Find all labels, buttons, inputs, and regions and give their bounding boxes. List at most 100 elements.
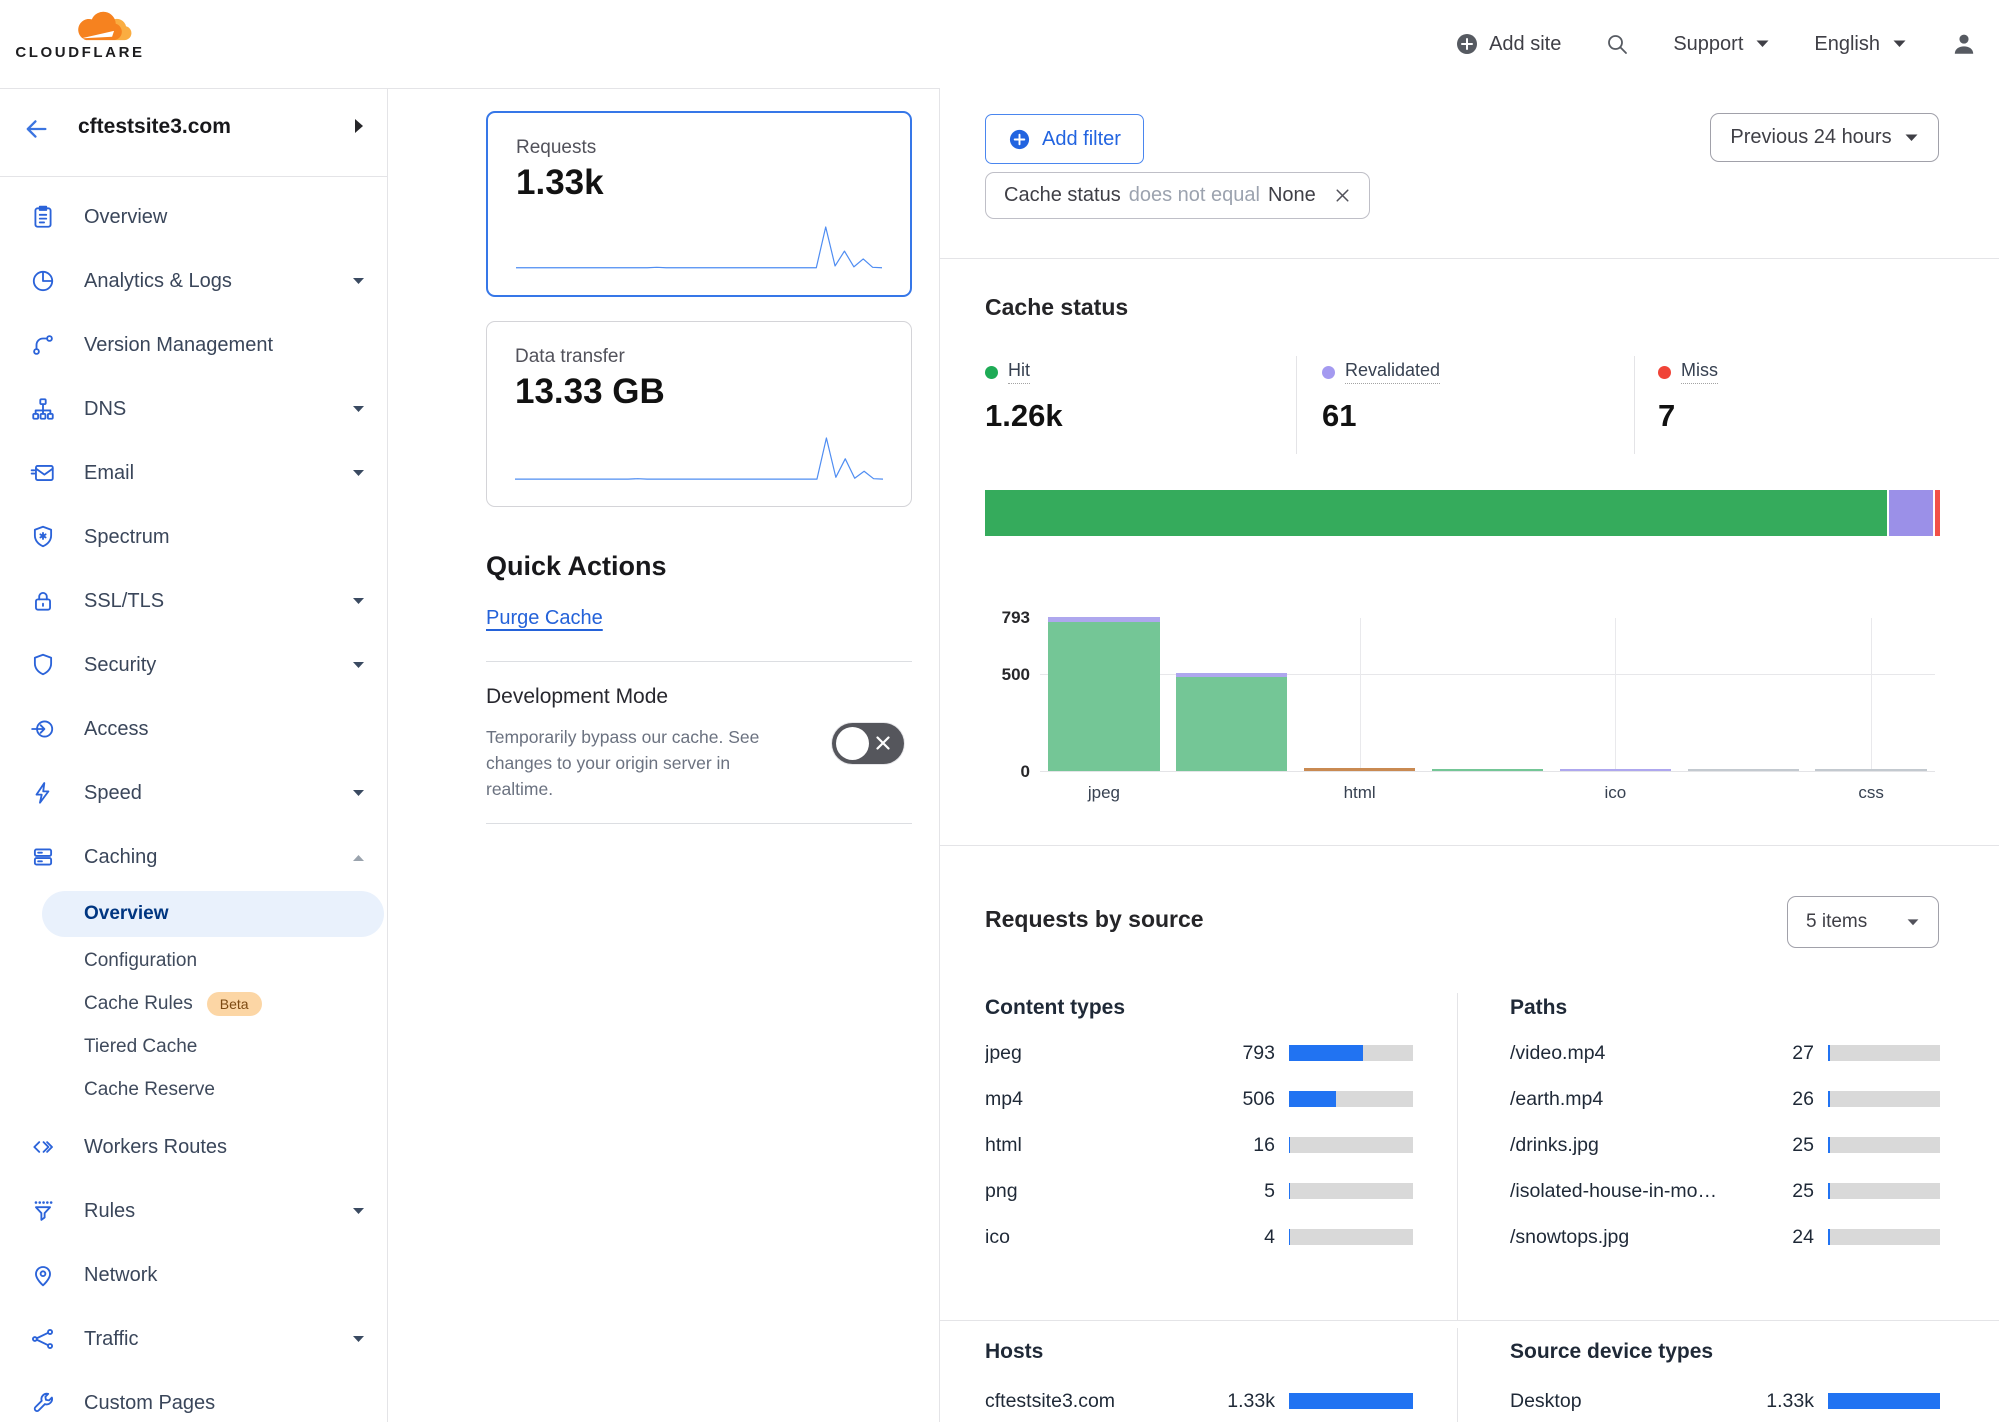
meter-label: /snowtops.jpg — [1510, 1226, 1750, 1249]
sidebar-item-ssl-tls[interactable]: SSL/TLS — [0, 569, 387, 633]
chart-bar-css — [1815, 769, 1926, 771]
meter-label: jpeg — [985, 1042, 1211, 1065]
sidebar-item-workers-routes[interactable]: Workers Routes — [0, 1115, 387, 1179]
chevron-down-icon — [352, 405, 365, 414]
sidebar-item-access[interactable]: Access — [0, 697, 387, 761]
development-mode-toggle[interactable] — [832, 723, 904, 764]
meter-value: 506 — [1211, 1088, 1275, 1111]
meter-label: /isolated-house-in-mo… — [1510, 1180, 1750, 1203]
sidebar-item-caching-overview[interactable]: Overview — [42, 891, 384, 937]
cache-chart-slots: jpeghtmlicocss — [1040, 618, 1935, 772]
distribution-segment-revalidated — [1889, 490, 1933, 536]
data-transfer-value: 13.33 GB — [515, 372, 665, 412]
chart-bar-html — [1304, 768, 1415, 771]
paths-column: Paths /video.mp427/earth.mp426/drinks.jp… — [1510, 996, 1940, 1260]
distribution-segment-hit — [985, 490, 1887, 536]
chart-slot-css: css — [1807, 618, 1935, 771]
revalidated-dot-icon — [1322, 366, 1335, 379]
chevron-down-icon — [1892, 39, 1907, 49]
source-device-types-heading: Source device types — [1510, 1340, 1940, 1364]
chart-slot-ico: ico — [1551, 618, 1679, 771]
cloudflare-logo[interactable]: CLOUDFLARE — [14, 8, 146, 61]
time-range-dropdown[interactable]: Previous 24 hours — [1710, 113, 1939, 162]
meter-row: html16 — [985, 1122, 1413, 1168]
chevron-down-icon — [352, 469, 365, 478]
divider — [940, 258, 1999, 259]
meter-value: 793 — [1211, 1042, 1275, 1065]
git-branch-icon — [30, 332, 56, 358]
sidebar-item-speed[interactable]: Speed — [0, 761, 387, 825]
chart-bar — [1688, 769, 1799, 771]
sidebar-item-security[interactable]: Security — [0, 633, 387, 697]
cloudflare-cloud-icon — [72, 8, 136, 44]
account-menu[interactable] — [1951, 31, 1977, 57]
chevron-down-icon — [352, 1335, 365, 1344]
meter-fill — [1289, 1229, 1290, 1245]
requests-by-source-heading: Requests by source — [985, 906, 1204, 933]
data-transfer-card[interactable]: Data transfer 13.33 GB — [486, 321, 912, 507]
lightning-icon — [30, 780, 56, 806]
meter-track — [1289, 1137, 1413, 1153]
plus-circle-icon — [1455, 32, 1479, 56]
meter-value: 1.33k — [1750, 1390, 1814, 1413]
sidebar-item-cache-rules[interactable]: Cache Rules Beta — [0, 982, 387, 1025]
bar-segment — [1815, 769, 1926, 771]
site-header: cftestsite3.com — [0, 89, 387, 177]
meter-value: 26 — [1750, 1088, 1814, 1111]
cache-status-heading: Cache status — [985, 294, 1128, 321]
sidebar-item-overview[interactable]: Overview — [0, 185, 387, 249]
chevron-down-icon — [352, 1207, 365, 1216]
meter-label: ico — [985, 1226, 1211, 1249]
sidebar-item-traffic[interactable]: Traffic — [0, 1307, 387, 1371]
remove-filter-icon[interactable] — [1332, 185, 1353, 206]
data-transfer-sparkline — [515, 434, 883, 482]
sidebar-item-caching[interactable]: Caching — [0, 825, 387, 889]
divider — [486, 661, 912, 662]
sidebar-item-tiered-cache[interactable]: Tiered Cache — [0, 1025, 387, 1068]
sidebar-item-email[interactable]: Email — [0, 441, 387, 505]
meter-label: html — [985, 1134, 1211, 1157]
requests-value: 1.33k — [516, 163, 604, 203]
sidebar-item-network[interactable]: Network — [0, 1243, 387, 1307]
sidebar-item-rules[interactable]: Rules — [0, 1179, 387, 1243]
sidebar-item-analytics-logs[interactable]: Analytics & Logs — [0, 249, 387, 313]
sidebar-item-custom-pages[interactable]: Custom Pages — [0, 1371, 387, 1422]
items-count-dropdown[interactable]: 5 items — [1787, 896, 1939, 948]
meter-value: 25 — [1750, 1180, 1814, 1203]
meter-fill — [1828, 1183, 1830, 1199]
meter-track — [1828, 1137, 1940, 1153]
requests-card[interactable]: Requests 1.33k — [486, 111, 912, 297]
summary-column: Requests 1.33k Data transfer 13.33 GB Qu… — [388, 88, 940, 1422]
cloudflare-dashboard: CLOUDFLARE Add site Support English — [0, 0, 1999, 1422]
quick-actions-heading: Quick Actions — [486, 551, 667, 582]
sidebar-item-version-management[interactable]: Version Management — [0, 313, 387, 377]
sidebar-item-spectrum[interactable]: Spectrum — [0, 505, 387, 569]
sidebar-item-dns[interactable]: DNS — [0, 377, 387, 441]
funnel-icon — [30, 1198, 56, 1224]
purge-cache-link[interactable]: Purge Cache — [486, 607, 603, 630]
miss-dot-icon — [1658, 366, 1671, 379]
language-menu[interactable]: English — [1814, 33, 1907, 56]
requests-sparkline — [516, 223, 882, 271]
add-filter-button[interactable]: Add filter — [985, 114, 1144, 164]
x-axis-label: css — [1807, 783, 1935, 803]
back-arrow-icon[interactable] — [22, 115, 50, 143]
development-mode-title: Development Mode — [486, 685, 668, 709]
add-site-button[interactable]: Add site — [1455, 32, 1561, 56]
pie-chart-icon — [30, 268, 56, 294]
sidebar-item-caching-configuration[interactable]: Configuration — [0, 939, 387, 982]
server-stack-icon — [30, 844, 56, 870]
meter-row: ico4 — [985, 1214, 1413, 1260]
filter-chip-cache-status[interactable]: Cache status does not equal None — [985, 172, 1370, 219]
cache-status-chart: 793 500 0 jpeghtmlicocss — [1040, 618, 1935, 772]
chevron-right-icon[interactable] — [353, 117, 365, 135]
meter-fill — [1289, 1137, 1290, 1153]
meter-row: cftestsite3.com1.33k — [985, 1378, 1413, 1422]
search-button[interactable] — [1605, 32, 1629, 56]
meter-row: /drinks.jpg25 — [1510, 1122, 1940, 1168]
sidebar-item-cache-reserve[interactable]: Cache Reserve — [0, 1068, 387, 1111]
support-menu[interactable]: Support — [1673, 33, 1770, 56]
distribution-segment-miss — [1935, 490, 1940, 536]
chart-bar-jpeg — [1048, 617, 1159, 771]
meter-row: /earth.mp426 — [1510, 1076, 1940, 1122]
